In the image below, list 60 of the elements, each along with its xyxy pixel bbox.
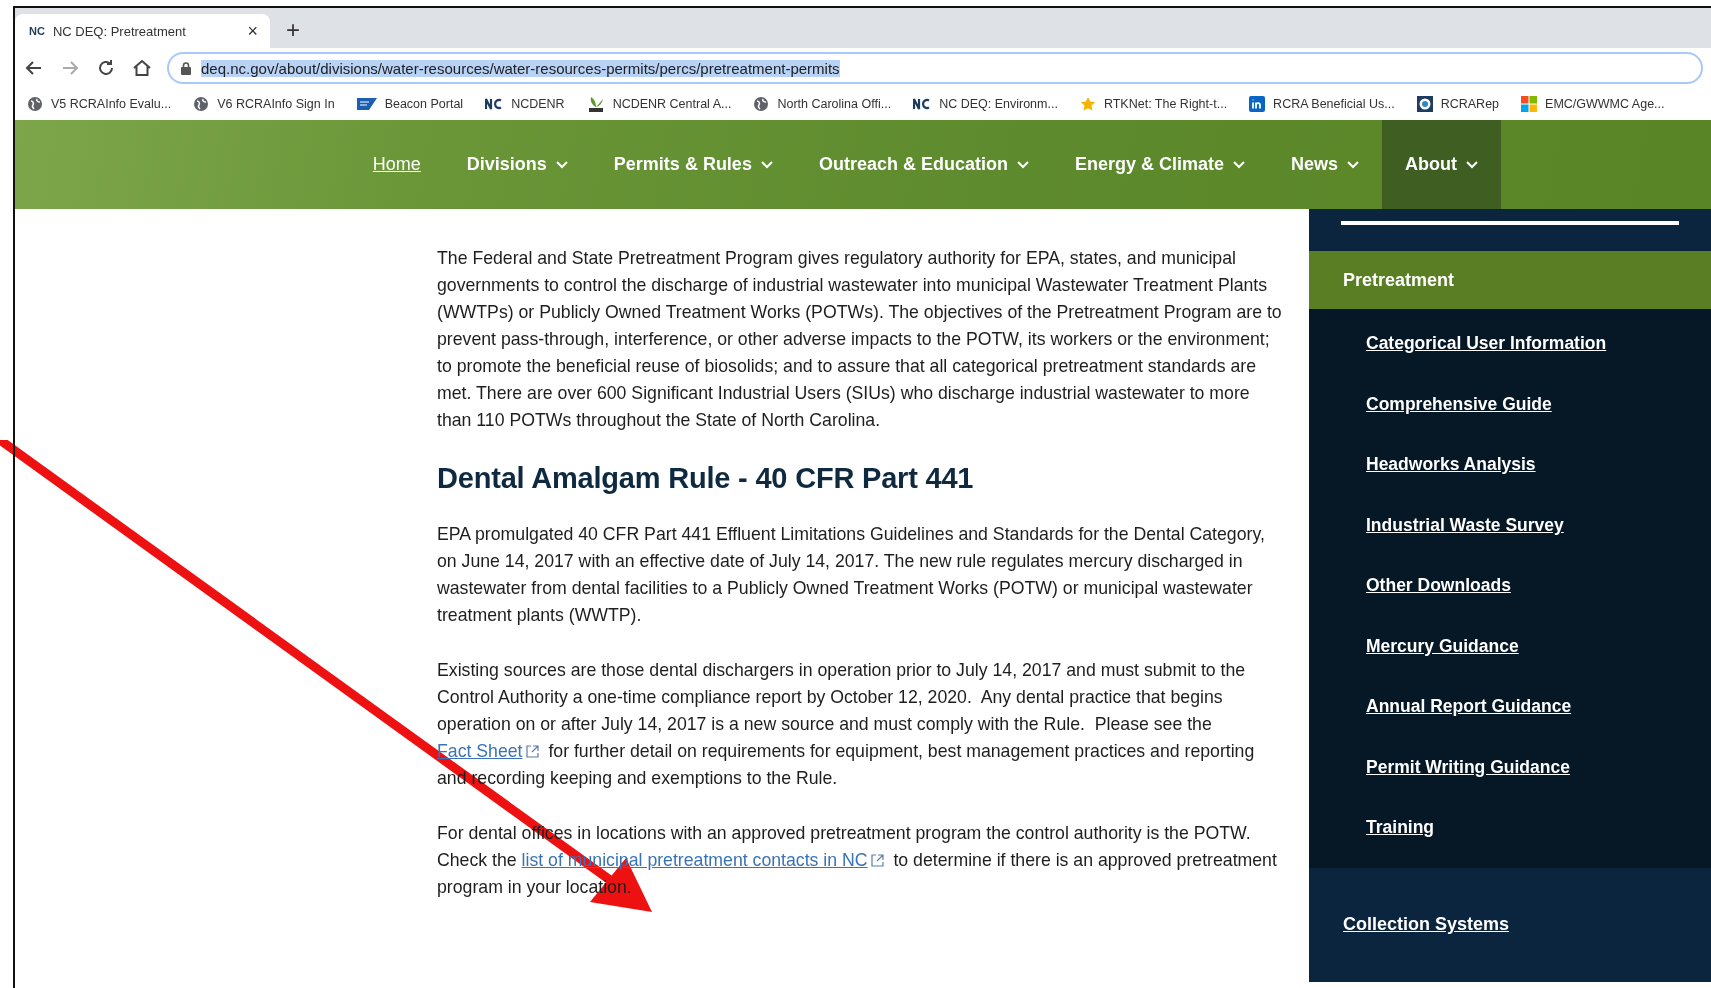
bookmark[interactable]: EMC/GWWMC Age... (1521, 96, 1665, 112)
caret-icon (555, 160, 568, 169)
sidebar-link[interactable]: Mercury Guidance (1309, 615, 1711, 677)
bookmark[interactable]: RCRA Beneficial Us... (1249, 96, 1395, 112)
bookmark[interactable]: NC DEQ: Environm... (913, 97, 1058, 111)
globe-icon (753, 96, 770, 112)
bookmark[interactable]: North Carolina Offi... (753, 96, 892, 112)
tab-logo: NC (29, 25, 45, 37)
nav-item[interactable]: News (1268, 120, 1382, 209)
external-link-icon (525, 745, 539, 758)
caret-icon (1016, 160, 1029, 169)
nc-logo-icon (485, 98, 504, 110)
nav-item[interactable]: Divisions (443, 120, 591, 209)
sidebar-link[interactable]: Headworks Analysis (1309, 434, 1711, 495)
new-tab-button[interactable]: + (278, 16, 308, 48)
link[interactable]: Fact Sheet (437, 741, 539, 761)
bookmark[interactable]: RTKNet: The Right-t... (1079, 96, 1228, 112)
leaf-logo-icon (586, 95, 605, 113)
nav-item[interactable]: Energy & Climate (1051, 120, 1268, 209)
bookmark[interactable]: RCRARep (1416, 96, 1500, 112)
globe-icon (27, 96, 43, 112)
windows-logo-icon (1521, 96, 1538, 112)
bookmark[interactable]: NCDENR Central A... (586, 95, 732, 113)
flag-logo-icon (356, 98, 377, 110)
caret-icon (1466, 160, 1478, 169)
bookmark[interactable]: NCDENR (485, 97, 565, 111)
bookmark[interactable]: V5 RCRAInfo Evalu... (27, 96, 172, 112)
section-heading: Dental Amalgam Rule - 40 CFR Part 441 (437, 462, 975, 495)
sidebar-link[interactable]: Comprehensive Guide (1309, 373, 1711, 435)
sidebar-section[interactable]: Pretreatment (1309, 251, 1711, 310)
bookmark[interactable]: Beacon Portal (356, 97, 464, 111)
caret-icon (1347, 160, 1359, 169)
bookmark[interactable]: V6 RCRAInfo Sign In (193, 96, 335, 112)
caret-icon (760, 160, 773, 169)
linkedin-icon (1249, 96, 1266, 112)
external-link-icon (870, 854, 884, 867)
close-tab-button[interactable]: × (247, 20, 258, 42)
sidebar-link[interactable]: Annual Report Guidance (1309, 676, 1711, 737)
sidebar-link[interactable]: Permit Writing Guidance (1309, 736, 1711, 798)
globe-icon (193, 96, 210, 112)
paragraph: Existing sources are those dental dischargers in operation prior to July 14, 2017 and must submit to the Control Authority a one-time compliance report by October 12, 2020. Any dental practice that begins operation on or after July 14, 2017 is a new source and must comply with the Rule. Please see the Fact Sheet for further detail on requirements for equipment, best management practices and reporting and recording keeping and exemptions to the Rule. (437, 659, 1256, 790)
tab-title: NC DEQ: Pretreatment (52, 23, 187, 39)
paragraph: EPA promulgated 40 CFR Part 441 Effluent Limitations Guidelines and Standards for the Dental Category, on June 14, 2017 with an effective date of July 14, 2017. The new rule regulates mercury discharged in wastewater from dental facilities to a Publicly Owned Treatment Works (POTW) or municipal wastewater treatment plants (WWTP). (437, 523, 1266, 627)
lock-icon (181, 61, 191, 75)
sidebar-section[interactable]: Collection Systems (1309, 867, 1711, 982)
sidebar-link[interactable]: Industrial Waste Survey (1309, 494, 1711, 556)
seal-icon (1416, 96, 1433, 112)
sidebar-link[interactable]: Categorical User Information (1309, 313, 1711, 374)
sidebar-link[interactable]: Other Downloads (1309, 555, 1711, 616)
paragraph: The Federal and State Pretreatment Program gives regulatory authority for EPA, states, and municipal governments to control the discharge of industrial wastewater into municipal Wastewater Treatment Plants (WWTPs) or Publicly Owned Treatment Works (POTWs). The objectives of the Pretreatment Program are to prevent pass-through, interference, or other adverse impacts to the POTW, its workers or the environment; to promote the beneficial reuse of biosolids; and to assure that all categorical pretreatment standards are met. There are over 600 Significant Industrial Users (SIUs) who discharge industrial wastewater to more than 110 POTWs throughout the State of North Carolina. (437, 247, 1283, 432)
caret-icon (1233, 160, 1245, 169)
nc-logo-icon (913, 98, 932, 110)
sidebar-link[interactable]: Training (1309, 797, 1711, 858)
nav-item[interactable]: Outreach & Education (795, 120, 1052, 209)
browser-tab[interactable]: NC NC DEQ: Pretreatment × (15, 14, 270, 48)
nav-item[interactable]: Permits & Rules (590, 120, 796, 209)
home-icon[interactable] (131, 57, 153, 79)
address-bar[interactable]: deq.nc.gov/about/divisions/water-resources/water-resources-permits/percs/pretreatment-permits (167, 52, 1703, 84)
nav-item[interactable]: About (1382, 120, 1501, 209)
star-icon (1079, 96, 1096, 112)
